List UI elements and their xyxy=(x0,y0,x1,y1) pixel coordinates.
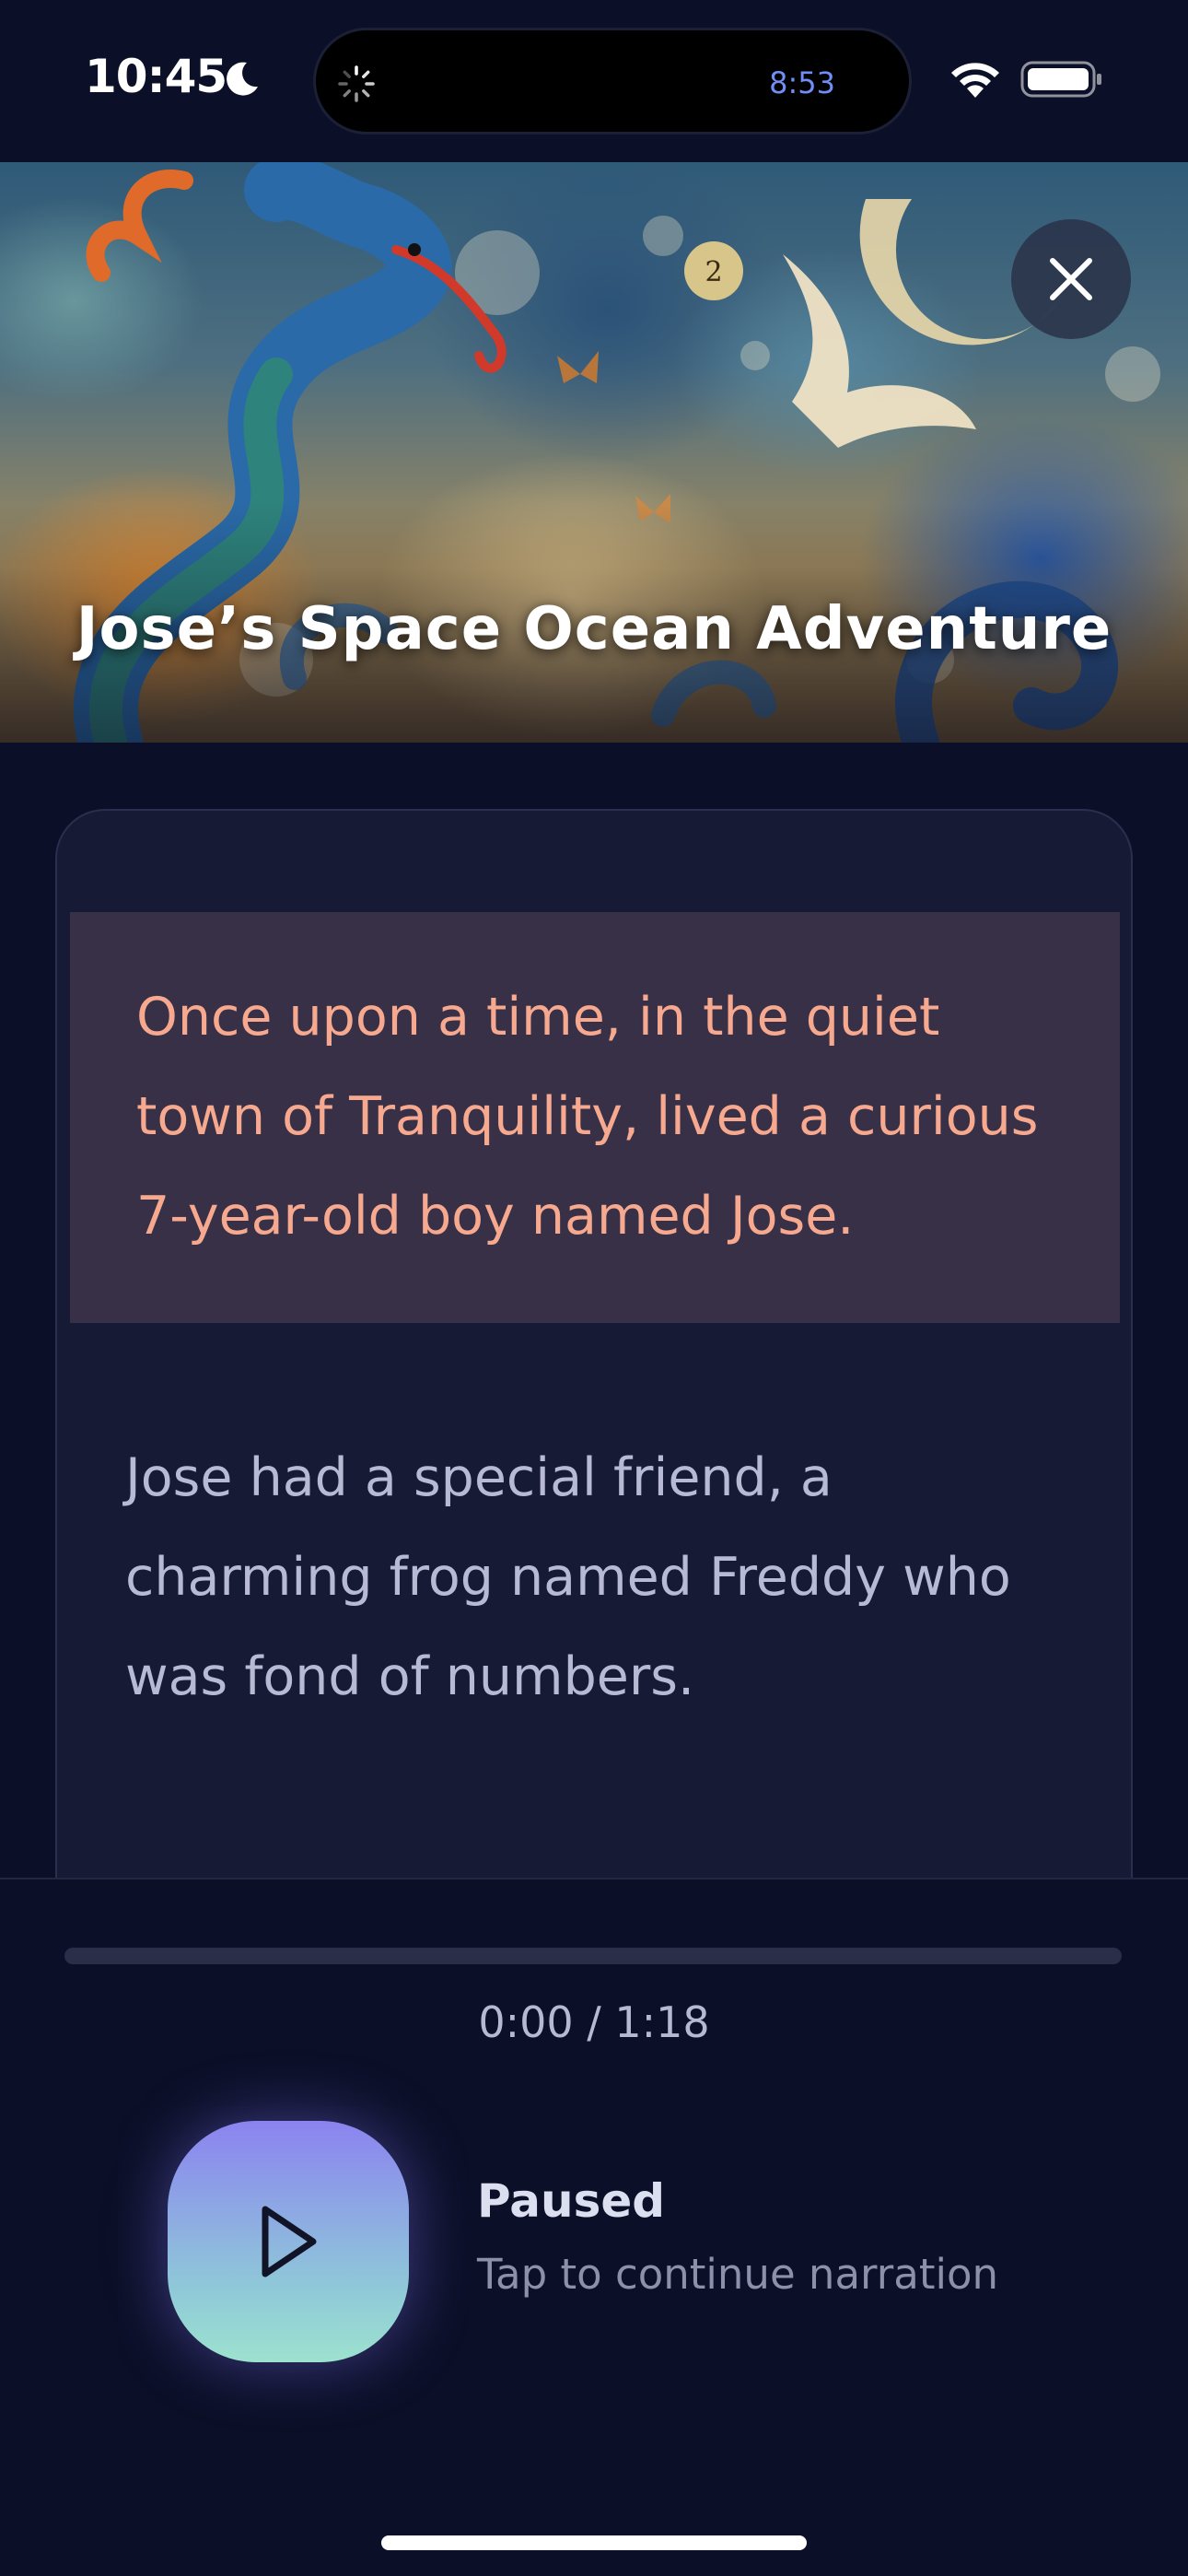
playback-hint: Tap to continue narration xyxy=(477,2250,999,2299)
battery-icon xyxy=(1020,61,1101,98)
paragraph-text: Once upon a time, in the quiet town of T… xyxy=(136,987,1039,1247)
progress-bar[interactable] xyxy=(64,1948,1122,1964)
home-indicator[interactable] xyxy=(381,2535,807,2550)
wifi-icon xyxy=(951,63,999,98)
moon-icon xyxy=(227,62,258,96)
story-title: Jose’s Space Ocean Adventure xyxy=(76,595,1112,663)
island-timer: 8:53 xyxy=(769,65,835,100)
story-player-screen: 10:45 8:53 2 Jose’s Space Ocean Adventur… xyxy=(0,0,1188,2576)
spinner-icon xyxy=(338,65,375,102)
dynamic-island: 8:53 xyxy=(313,28,912,135)
story-cover-image: 2 Jose’s Space Ocean Adventure xyxy=(0,162,1188,743)
status-time: 10:45 xyxy=(85,50,227,103)
time-readout: 0:00 / 1:18 xyxy=(478,1997,710,2047)
close-button[interactable] xyxy=(1011,219,1131,339)
svg-text:2: 2 xyxy=(705,256,722,288)
play-icon xyxy=(262,2206,317,2277)
paragraph[interactable]: Jose had a special friend, a charming fr… xyxy=(125,1428,1083,1727)
active-paragraph[interactable]: Once upon a time, in the quiet town of T… xyxy=(70,912,1120,1323)
close-icon xyxy=(1050,258,1092,300)
paragraph-text: Jose had a special friend, a charming fr… xyxy=(125,1447,1011,1707)
playback-state-label: Paused xyxy=(477,2174,666,2228)
narration-player: 0:00 / 1:18 Paused Tap to continue narra… xyxy=(0,1878,1188,2576)
status-bar: 10:45 8:53 xyxy=(0,0,1188,162)
play-button[interactable] xyxy=(168,2121,409,2362)
story-text-card[interactable]: Once upon a time, in the quiet town of T… xyxy=(55,809,1133,1970)
